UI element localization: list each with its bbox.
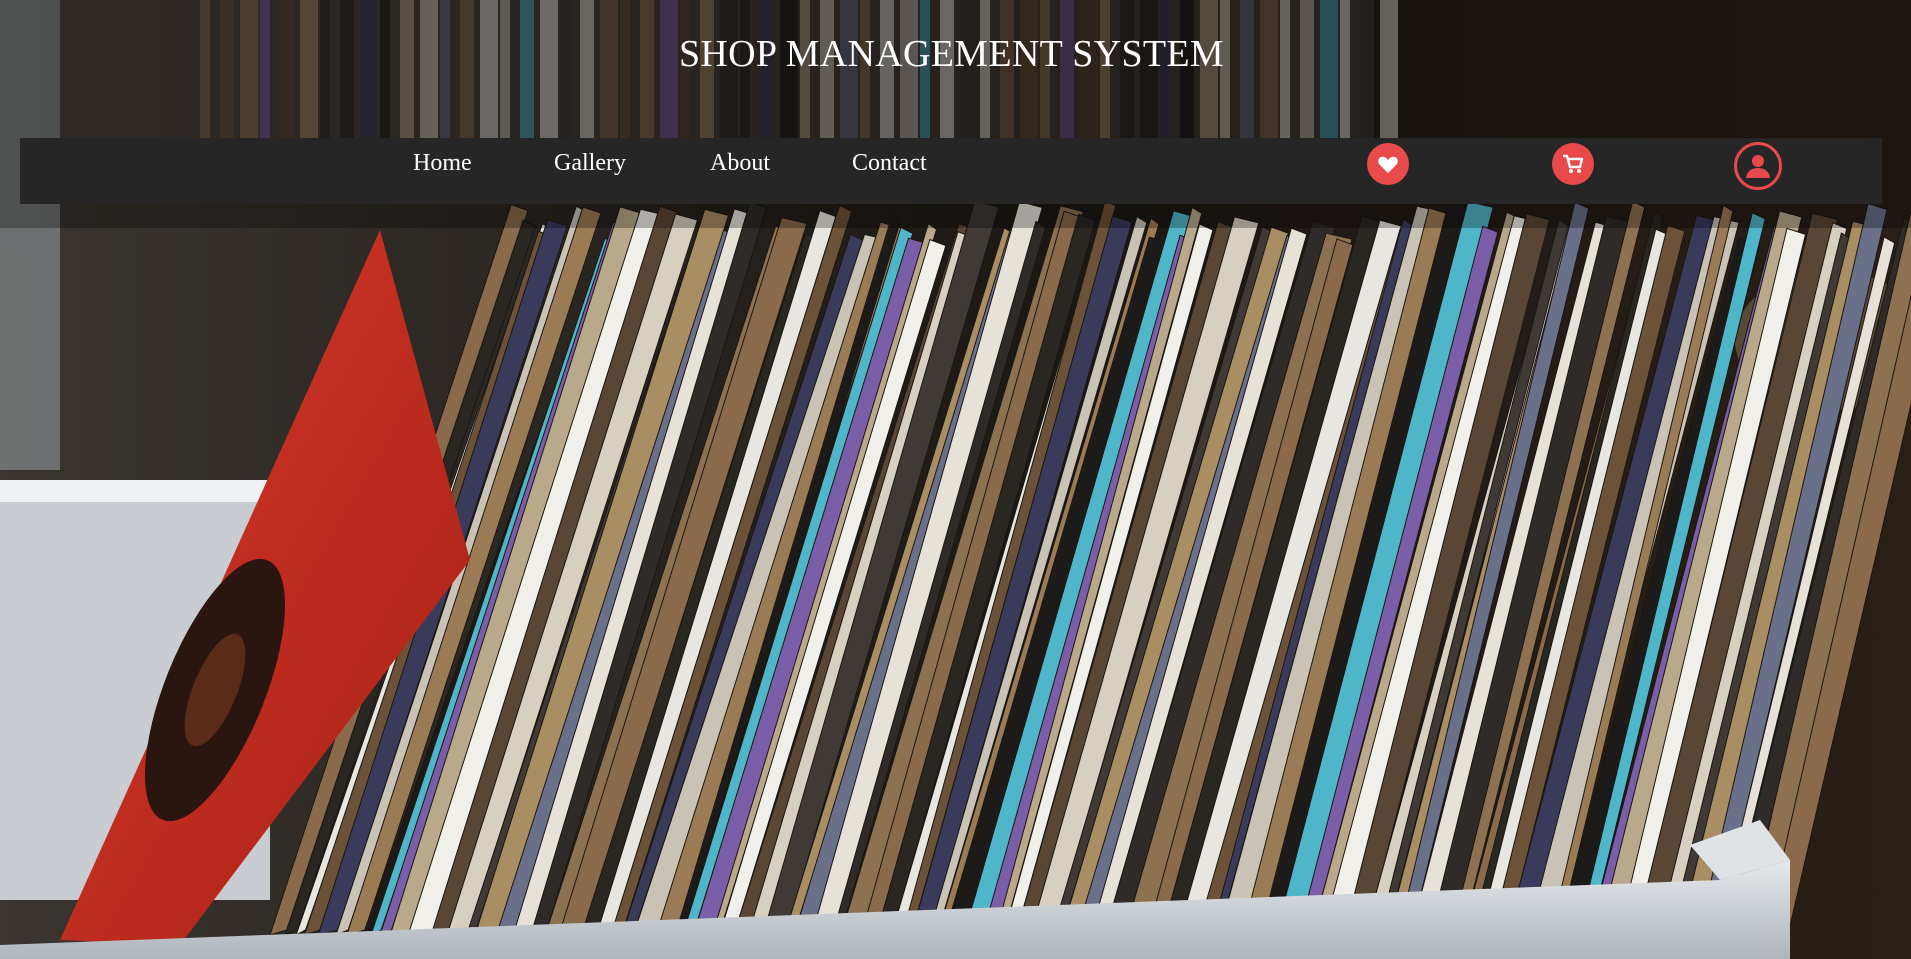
cart-button[interactable] (1552, 143, 1594, 185)
wishlist-button[interactable] (1367, 143, 1409, 185)
account-button[interactable] (1734, 142, 1782, 190)
nav-link-home[interactable]: Home (413, 150, 472, 177)
nav-link-contact[interactable]: Contact (852, 150, 927, 177)
heart-icon (1378, 156, 1398, 174)
nav-link-gallery[interactable]: Gallery (554, 150, 626, 177)
navbar: Home Gallery About Contact (20, 138, 1882, 204)
user-icon (1746, 155, 1770, 178)
site-title: SHOP MANAGEMENT SYSTEM (678, 33, 1224, 75)
nav-link-about[interactable]: About (710, 150, 770, 177)
cart-icon (1563, 154, 1584, 173)
